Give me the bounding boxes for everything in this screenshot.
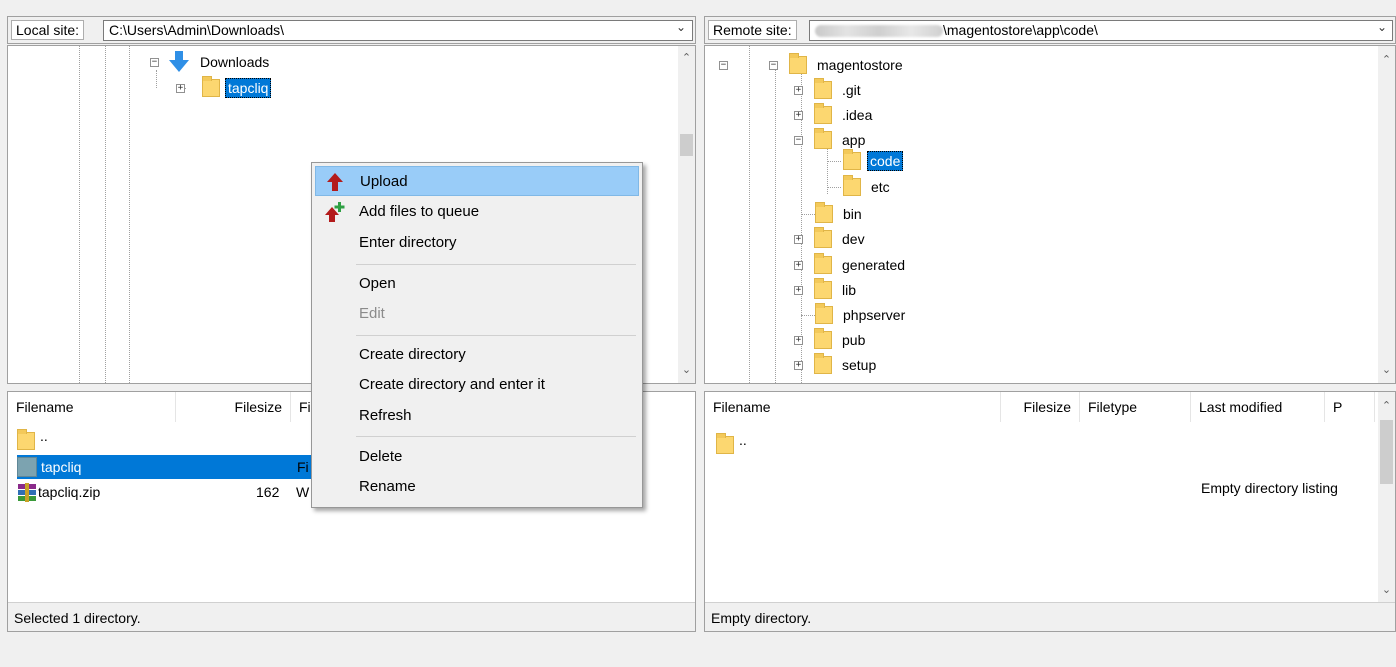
folder-icon <box>814 328 832 349</box>
download-folder-icon <box>169 51 189 72</box>
folder-icon <box>814 227 832 248</box>
folder-icon <box>814 78 832 99</box>
expand-icon[interactable]: + <box>794 111 803 120</box>
expand-icon[interactable]: + <box>794 336 803 345</box>
scroll-up-icon[interactable]: ⌃ <box>1378 52 1395 69</box>
menu-item-create-and-enter[interactable]: Create directory and enter it <box>315 370 639 400</box>
folder-icon <box>716 433 734 454</box>
list-item-parent[interactable]: .. <box>8 428 308 453</box>
chevron-down-icon[interactable]: ⌄ <box>1377 20 1387 34</box>
column-filesize[interactable]: Filesize <box>176 392 291 422</box>
remote-file-list[interactable]: Filename ⌃ Filesize Filetype Last modifi… <box>704 391 1396 632</box>
remote-list-scrollbar[interactable]: ⌃ ⌄ <box>1378 392 1395 602</box>
local-tree-scrollbar[interactable]: ⌃ ⌄ <box>678 46 695 383</box>
local-site-path-input[interactable]: C:\Users\Admin\Downloads\ <box>103 20 693 41</box>
collapse-icon[interactable]: − <box>769 61 778 70</box>
folder-icon <box>17 429 35 450</box>
menu-item-open[interactable]: Open <box>315 269 639 299</box>
menu-separator <box>356 436 636 437</box>
remote-site-path-input[interactable]: \magentostore\app\code\ <box>809 20 1393 41</box>
expand-icon[interactable]: + <box>794 86 803 95</box>
local-site-bar: Local site: C:\Users\Admin\Downloads\ ⌄ <box>7 16 696 44</box>
scroll-up-icon[interactable]: ⌃ <box>678 50 695 67</box>
expand-icon[interactable]: + <box>794 235 803 244</box>
expand-icon[interactable]: + <box>176 84 185 93</box>
menu-item-upload[interactable]: Upload <box>315 166 639 196</box>
menu-item-add-to-queue[interactable]: Add files to queue <box>315 197 639 227</box>
menu-item-enter-directory[interactable]: Enter directory <box>315 228 639 258</box>
archive-icon <box>18 483 36 502</box>
collapse-icon[interactable]: − <box>719 61 728 70</box>
menu-item-create-directory[interactable]: Create directory <box>315 340 639 370</box>
sort-up-icon: ⌃ <box>92 391 101 399</box>
folder-icon <box>814 353 832 374</box>
scroll-down-icon[interactable]: ⌄ <box>678 362 695 379</box>
folder-icon <box>814 128 832 149</box>
list-item-tapcliq[interactable]: tapcliq Fi <box>17 455 319 479</box>
expand-icon[interactable]: + <box>794 361 803 370</box>
add-to-queue-icon <box>325 202 345 222</box>
list-item-parent[interactable]: .. <box>705 432 1005 457</box>
menu-item-refresh[interactable]: Refresh <box>315 401 639 431</box>
menu-separator <box>356 264 636 265</box>
folder-icon <box>202 76 220 97</box>
scroll-thumb[interactable] <box>680 134 693 156</box>
tree-label: Downloads <box>200 54 270 70</box>
column-permissions[interactable]: P <box>1325 392 1375 422</box>
column-filesize[interactable]: Filesize <box>1001 392 1080 422</box>
empty-listing-text: Empty directory listing <box>1201 480 1338 496</box>
folder-icon <box>814 278 832 299</box>
folder-icon <box>814 103 832 124</box>
folder-icon <box>815 303 833 324</box>
menu-item-rename[interactable]: Rename <box>315 472 639 502</box>
remote-site-label: Remote site: <box>708 20 797 40</box>
folder-icon <box>815 202 833 223</box>
tree-label: tapcliq <box>225 78 272 98</box>
column-filename[interactable]: Filename <box>705 392 1001 422</box>
sort-up-icon: ⌃ <box>841 391 850 399</box>
scroll-thumb[interactable] <box>1380 420 1393 484</box>
upload-arrow-icon <box>327 173 343 191</box>
scroll-down-icon[interactable]: ⌄ <box>1378 582 1395 599</box>
collapse-icon[interactable]: − <box>150 58 159 67</box>
list-item-tapcliq-zip[interactable]: tapcliq.zip 162 W <box>8 480 309 504</box>
folder-icon <box>843 149 861 170</box>
folder-icon <box>789 53 807 74</box>
folder-icon <box>814 253 832 274</box>
local-site-label: Local site: <box>11 20 85 40</box>
folder-icon <box>17 457 37 477</box>
remote-site-bar: Remote site: \magentostore\app\code\ ⌄ <box>704 16 1396 44</box>
remote-tree-scrollbar[interactable]: ⌃ ⌄ <box>1378 46 1395 383</box>
menu-item-delete[interactable]: Delete <box>315 442 639 472</box>
local-status-bar: Selected 1 directory. <box>8 602 695 631</box>
scroll-down-icon[interactable]: ⌄ <box>1378 362 1395 379</box>
folder-icon <box>843 175 861 196</box>
remote-status-bar: Empty directory. <box>705 602 1395 631</box>
menu-separator <box>356 335 636 336</box>
collapse-icon[interactable]: − <box>794 136 803 145</box>
remote-directory-tree[interactable]: − − magentostore + .git + .idea − app co… <box>704 45 1396 384</box>
expand-icon[interactable]: + <box>794 261 803 270</box>
redacted-host <box>815 25 943 38</box>
chevron-down-icon[interactable]: ⌄ <box>676 20 686 34</box>
scroll-up-icon[interactable]: ⌃ <box>1378 398 1395 415</box>
expand-icon[interactable]: + <box>794 286 803 295</box>
context-menu: Upload Add files to queue Enter director… <box>311 162 643 508</box>
column-filetype[interactable]: Filetype <box>1080 392 1191 422</box>
menu-item-edit: Edit <box>359 305 385 322</box>
column-last-modified[interactable]: Last modified <box>1191 392 1325 422</box>
